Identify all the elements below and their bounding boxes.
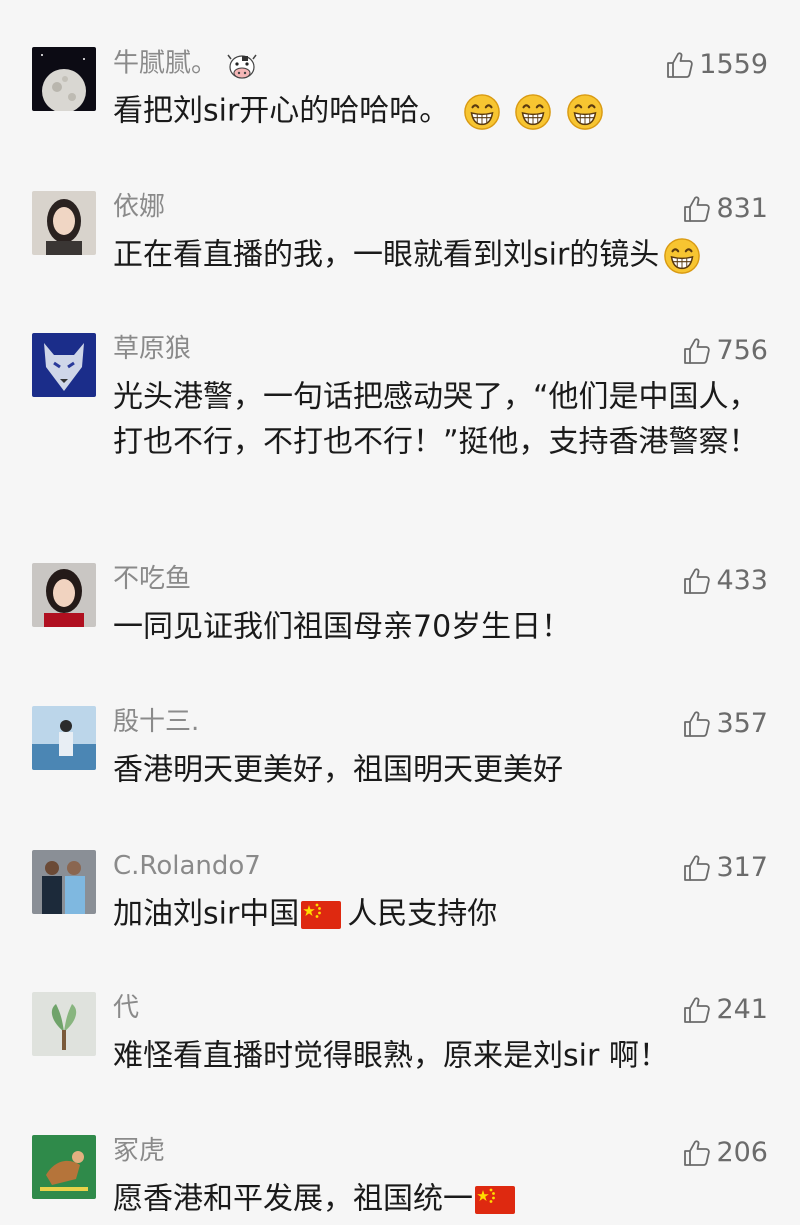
thumbs-up-icon [682, 853, 712, 883]
grinning-emoji-icon [663, 237, 701, 275]
thumbs-up-icon [682, 336, 712, 366]
like-button[interactable]: 756 [682, 335, 768, 367]
commenter-name[interactable]: 草原狼 [113, 333, 191, 365]
china-flag-icon [475, 1186, 515, 1214]
commenter-name[interactable]: 殷十三. [113, 706, 199, 738]
like-button[interactable]: 433 [682, 565, 768, 597]
avatar[interactable] [32, 333, 96, 397]
avatar[interactable] [32, 563, 96, 627]
commenter-name[interactable]: 冢虎 [113, 1135, 165, 1167]
avatar[interactable] [32, 47, 96, 111]
grinning-emoji-icon [463, 93, 501, 131]
commenter-name[interactable]: 不吃鱼 [113, 563, 191, 595]
thumbs-up-icon [665, 50, 695, 80]
grinning-emoji-icon [566, 93, 604, 131]
like-count: 433 [716, 565, 768, 596]
commenter-name[interactable]: 依娜 [113, 191, 165, 223]
comment-text: 光头港警，一句话把感动哭了，“他们是中国人，打也不行，不打也不行！”挺他，支持香… [113, 379, 759, 460]
thumbs-up-icon [682, 566, 712, 596]
avatar[interactable] [32, 850, 96, 914]
like-button[interactable]: 831 [682, 193, 768, 225]
avatar[interactable] [32, 706, 96, 770]
comment-text: 正在看直播的我，一眼就看到刘sir的镜头 [113, 233, 773, 278]
like-button[interactable]: 1559 [665, 49, 768, 81]
avatar[interactable] [32, 992, 96, 1056]
comment-text: 看把刘sir开心的哈哈哈。 [113, 89, 773, 134]
like-button[interactable]: 317 [682, 852, 768, 884]
thumbs-up-icon [682, 1138, 712, 1168]
comment-text: 香港明天更美好，祖国明天更美好 [113, 752, 563, 788]
like-button[interactable]: 206 [682, 1137, 768, 1169]
commenter-name[interactable]: 牛腻腻。 [113, 47, 259, 81]
comment-text: 难怪看直播时觉得眼熟，原来是刘sir 啊！ [113, 1038, 669, 1074]
like-count: 756 [716, 335, 768, 366]
china-flag-icon [301, 901, 341, 929]
grinning-emoji-icon [514, 93, 552, 131]
comment-text: 愿香港和平发展，祖国统一 [113, 1177, 773, 1222]
avatar[interactable] [32, 191, 96, 255]
comment-text: 一同见证我们祖国母亲70岁生日！ [113, 609, 572, 645]
like-button[interactable]: 241 [682, 994, 768, 1026]
like-count: 206 [716, 1137, 768, 1168]
commenter-name[interactable]: 代 [113, 992, 139, 1024]
thumbs-up-icon [682, 194, 712, 224]
like-count: 1559 [699, 49, 768, 80]
like-count: 831 [716, 193, 768, 224]
like-count: 357 [716, 708, 768, 739]
like-button[interactable]: 357 [682, 708, 768, 740]
avatar[interactable] [32, 1135, 96, 1199]
commenter-name[interactable]: C.Rolando7 [113, 850, 261, 882]
like-count: 241 [716, 994, 768, 1025]
like-count: 317 [716, 852, 768, 883]
cow-emoji-icon [225, 47, 259, 81]
thumbs-up-icon [682, 709, 712, 739]
comment-text: 加油刘sir中国 人民支持你 [113, 896, 498, 932]
thumbs-up-icon [682, 995, 712, 1025]
